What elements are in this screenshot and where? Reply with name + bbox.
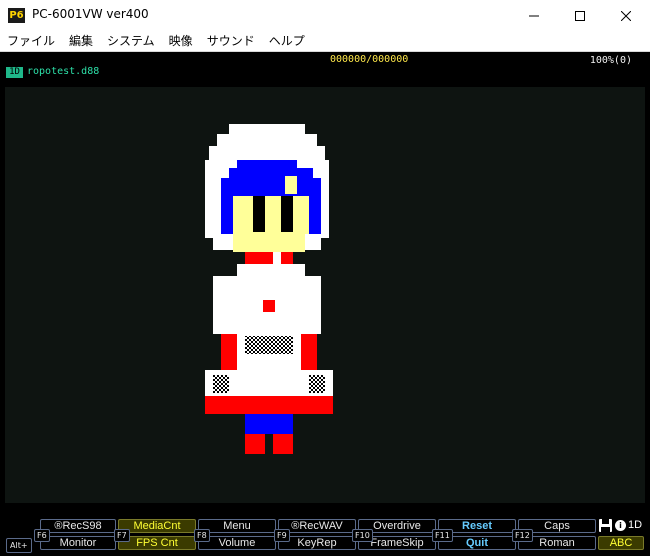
close-icon (621, 10, 631, 21)
close-button[interactable] (603, 0, 649, 31)
fkey-tag-f10: F10 (352, 529, 373, 542)
fkey-monitor[interactable]: Monitor (40, 536, 116, 550)
tape-counter: 000000/000000 (330, 54, 409, 65)
fkey-tag-f8: F8 (194, 529, 210, 542)
floppy-disk-icon (599, 519, 612, 532)
zoom-level: 100%(0) (589, 55, 632, 66)
fkey-tag-f7: F7 (114, 529, 130, 542)
menu-help[interactable]: ヘルプ (262, 31, 312, 51)
robot-sprite (205, 124, 333, 454)
minimize-icon (529, 15, 539, 16)
menu-sound[interactable]: サウンド (200, 31, 262, 51)
window-title: PC-6001VW ver400 (32, 7, 149, 21)
disk-name: ropotest.d88 (27, 66, 100, 77)
maximize-button[interactable] (557, 0, 603, 31)
drive-badge: 1D (6, 67, 23, 78)
drive-status: 1D (628, 519, 643, 531)
info-icon: i (615, 520, 626, 531)
function-key-bar: ®RecS98 MediaCnt Menu ®RecWAV Overdrive … (0, 514, 650, 556)
fkey-tag-f6: F6 (34, 529, 50, 542)
menu-edit[interactable]: 編集 (62, 31, 100, 51)
emulator-screen[interactable] (5, 87, 645, 503)
app-logo-icon: P6 (8, 8, 25, 23)
menu-bar: ファイル 編集 システム 映像 サウンド ヘルプ (0, 31, 650, 52)
fkey-abc[interactable]: ABC (598, 536, 644, 550)
menu-system[interactable]: システム (100, 31, 162, 51)
menu-file[interactable]: ファイル (0, 31, 62, 51)
fkey-tag-f12: F12 (512, 529, 533, 542)
maximize-icon (575, 10, 585, 21)
minimize-button[interactable] (511, 0, 557, 31)
fkey-recs98[interactable]: ®RecS98 (40, 519, 116, 533)
fkey-tag-f9: F9 (274, 529, 290, 542)
alt-modifier-tag: Alt+ (6, 538, 32, 553)
fkey-tag-f11: F11 (432, 529, 453, 542)
menu-video[interactable]: 映像 (162, 31, 200, 51)
title-bar: P6 PC-6001VW ver400 (0, 0, 650, 32)
